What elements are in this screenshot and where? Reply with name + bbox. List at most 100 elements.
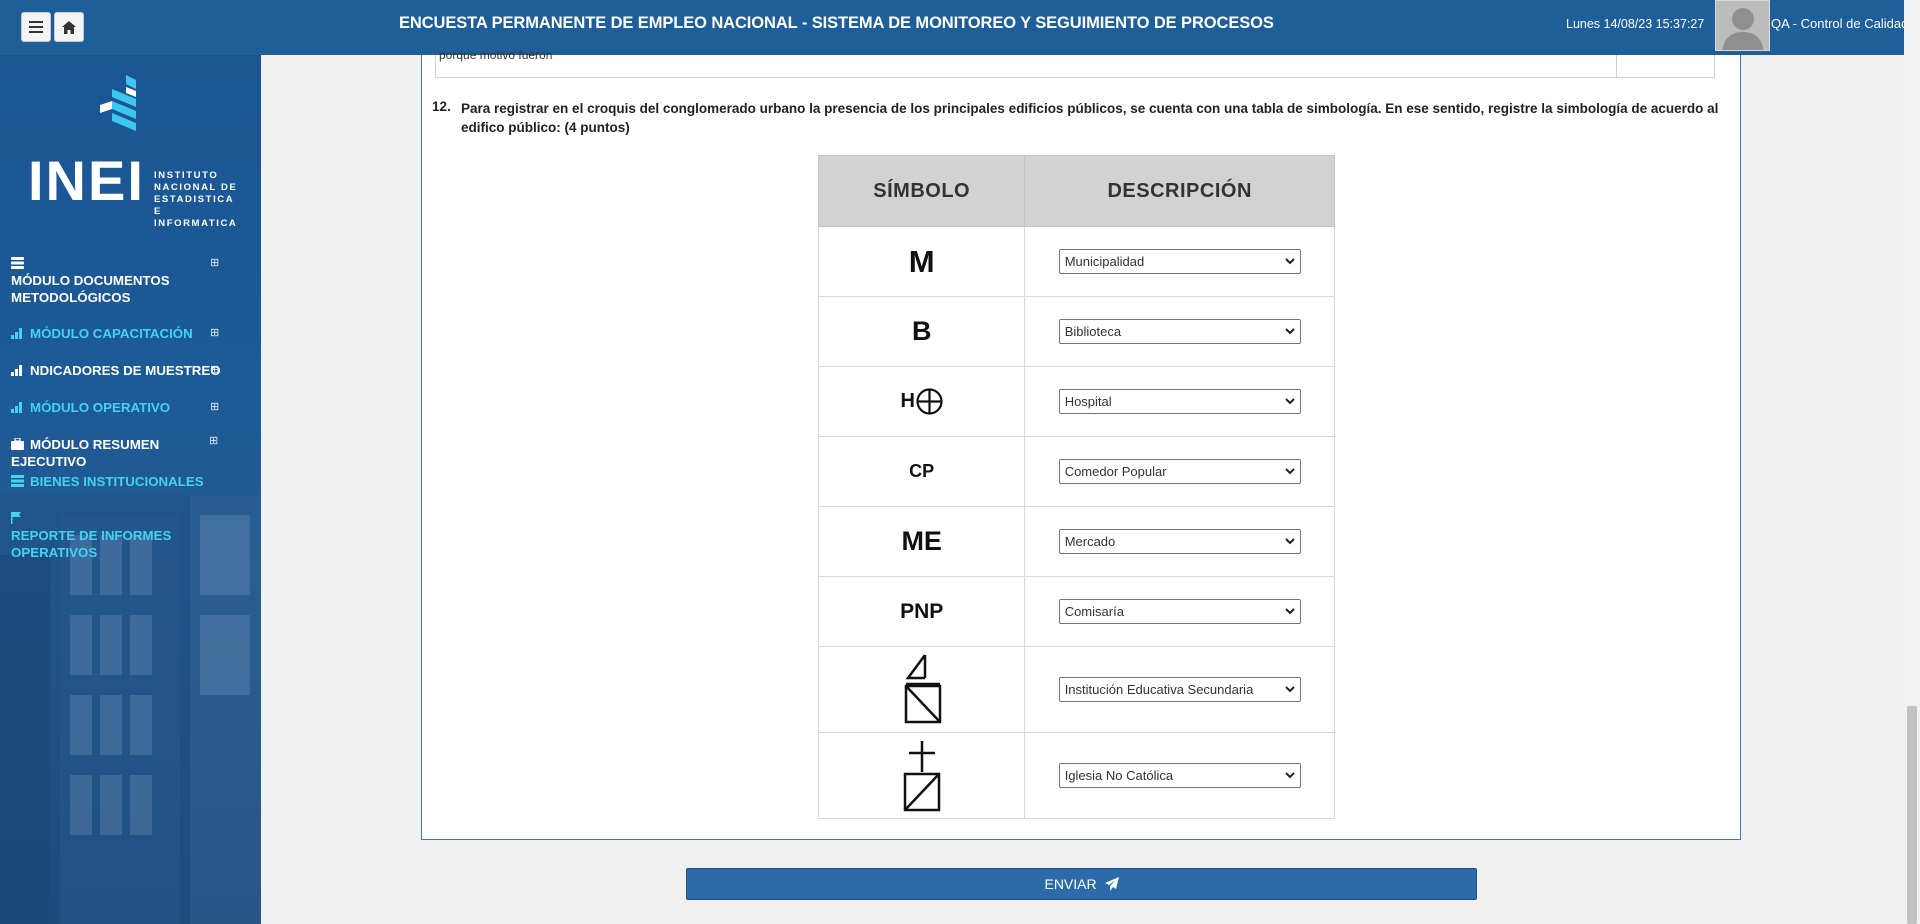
sidebar-item-label: MÓDULO DOCUMENTOS METODOLÓGICOS <box>11 273 170 305</box>
table-row: ME Mercado <box>817 506 1335 577</box>
header-descripcion: DESCRIPCIÓN <box>1024 155 1335 227</box>
previous-question-row: porque motivo fueron <box>435 48 1715 78</box>
description-cell: Institución Educativa Secundaria <box>1024 646 1335 733</box>
logo-text: INEI <box>28 149 145 212</box>
menu-toggle-button[interactable] <box>21 12 51 42</box>
expand-icon[interactable]: ⊞ <box>210 325 219 342</box>
sidebar-item-indicadores-muestreo[interactable]: NDICADORES DE MUESTREO ⊞ <box>11 362 231 379</box>
question-number: 12. <box>432 99 451 114</box>
database-icon <box>11 257 24 269</box>
circle-cross-icon <box>916 388 943 415</box>
selected-value: Iglesia No Católica <box>1064 768 1174 783</box>
expand-icon[interactable]: ⊞ <box>210 255 219 272</box>
table-row: H Hospital <box>817 366 1335 437</box>
selected-value: Institución Educativa Secundaria <box>1064 682 1254 697</box>
hamburger-icon <box>29 21 43 33</box>
sidebar: INEI INSTITUTO NACIONAL DE ESTADISTICA E… <box>0 55 261 924</box>
chevron-down-icon <box>1284 328 1295 335</box>
sidebar-item-operativo[interactable]: MÓDULO OPERATIVO ⊞ <box>11 399 231 416</box>
current-datetime: Lunes 14/08/23 15:37:27 <box>1566 17 1705 31</box>
symbol-cell: CP <box>817 436 1026 507</box>
church-cross-icon <box>903 740 940 811</box>
sidebar-item-reporte-informes[interactable]: REPORTE DE INFORMES OPERATIVOS <box>11 510 231 561</box>
description-select[interactable]: Biblioteca <box>1058 319 1301 344</box>
flag-icon <box>11 512 21 524</box>
selected-value: Biblioteca <box>1064 324 1122 339</box>
symbol-cell: B <box>817 296 1026 367</box>
description-select[interactable]: Comisaría <box>1058 599 1301 624</box>
school-flag-icon <box>904 653 941 723</box>
chevron-down-icon <box>1284 468 1295 475</box>
table-header-row: SÍMBOLO DESCRIPCIÓN <box>817 155 1335 227</box>
expand-icon[interactable]: ⊞ <box>210 362 219 379</box>
question-text: Para registrar en el croquis del conglom… <box>461 101 1719 135</box>
bar-chart-icon <box>11 365 22 376</box>
expand-icon[interactable]: ⊞ <box>210 399 219 416</box>
sidebar-item-label: NDICADORES DE MUESTREO <box>30 363 221 378</box>
selected-value: Municipalidad <box>1064 254 1145 269</box>
symbol-cell <box>817 646 1026 733</box>
submit-label: ENVIAR <box>1044 876 1097 892</box>
briefcase-icon <box>11 438 24 450</box>
description-select[interactable]: Municipalidad <box>1058 249 1301 274</box>
sidebar-item-label: BIENES INSTITUCIONALES <box>30 474 204 489</box>
chevron-down-icon <box>1284 538 1295 545</box>
description-cell: Hospital <box>1024 366 1335 437</box>
table-row: Institución Educativa Secundaria <box>817 646 1335 733</box>
symbol-cell: H <box>817 366 1026 437</box>
home-button[interactable] <box>54 12 84 42</box>
symbol-cell: PNP <box>817 576 1026 647</box>
chevron-down-icon <box>1284 258 1295 265</box>
chevron-down-icon <box>1284 608 1295 615</box>
description-select[interactable]: Iglesia No Católica <box>1058 763 1301 788</box>
sidebar-item-label: MÓDULO RESUMEN EJECUTIVO <box>11 437 160 469</box>
scrollbar-thumb[interactable] <box>1907 706 1917 924</box>
sidebar-item-label: REPORTE DE INFORMES OPERATIVOS <box>11 528 172 560</box>
question-panel: porque motivo fueron 12. Para registrar … <box>421 48 1741 840</box>
bar-chart-icon <box>11 328 22 339</box>
description-cell: Municipalidad <box>1024 226 1335 297</box>
table-row: CP Comedor Popular <box>817 436 1335 507</box>
symbology-table: SÍMBOLO DESCRIPCIÓN M Municipalidad B Bi… <box>817 155 1335 819</box>
table-row: M Municipalidad <box>817 226 1335 297</box>
user-avatar[interactable] <box>1715 0 1770 51</box>
expand-icon[interactable]: ⊞ <box>209 433 218 450</box>
user-silhouette-icon <box>1722 8 1764 50</box>
logo-subtitle: INSTITUTO NACIONAL DE ESTADISTICA E INFO… <box>154 170 238 229</box>
description-cell: Comedor Popular <box>1024 436 1335 507</box>
chevron-down-icon <box>1284 772 1295 779</box>
sidebar-item-resumen-ejecutivo[interactable]: MÓDULO RESUMEN EJECUTIVO ⊞ <box>11 433 231 470</box>
description-select[interactable]: Institución Educativa Secundaria <box>1058 677 1301 702</box>
description-select[interactable]: Comedor Popular <box>1058 459 1301 484</box>
selected-value: Hospital <box>1064 394 1112 409</box>
header-simbolo: SÍMBOLO <box>817 155 1026 227</box>
table-row: B Biblioteca <box>817 296 1335 367</box>
logo-mark-icon <box>100 75 136 131</box>
description-select[interactable]: Hospital <box>1058 389 1301 414</box>
description-select[interactable]: Mercado <box>1058 529 1301 554</box>
bar-chart-icon <box>11 402 22 413</box>
selected-value: Comedor Popular <box>1064 464 1167 479</box>
sidebar-item-capacitacion[interactable]: MÓDULO CAPACITACIÓN ⊞ <box>11 325 231 342</box>
column-divider <box>1616 55 1617 78</box>
symbol-cell <box>817 732 1026 819</box>
top-bar: ENCUESTA PERMANENTE DE EMPLEO NACIONAL -… <box>0 0 1920 55</box>
sidebar-item-documentos-metodologicos[interactable]: MÓDULO DOCUMENTOS METODOLÓGICOS ⊞ <box>11 255 231 306</box>
sidebar-item-label: MÓDULO CAPACITACIÓN <box>30 326 193 341</box>
sidebar-item-bienes-institucionales[interactable]: BIENES INSTITUCIONALES <box>11 473 231 490</box>
paper-plane-icon <box>1104 877 1119 891</box>
main-content: porque motivo fueron 12. Para registrar … <box>261 48 1904 924</box>
user-name[interactable]: QA - Control de Calidad <box>1771 16 1908 31</box>
symbol-cell: M <box>817 226 1026 297</box>
inei-logo: INEI INSTITUTO NACIONAL DE ESTADISTICA E… <box>28 75 238 229</box>
submit-button[interactable]: ENVIAR <box>686 868 1477 900</box>
page-scrollbar[interactable] <box>1904 0 1920 924</box>
previous-question-text: porque motivo fueron <box>439 48 553 62</box>
app-title: ENCUESTA PERMANENTE DE EMPLEO NACIONAL -… <box>399 14 1274 32</box>
sidebar-item-label: MÓDULO OPERATIVO <box>30 400 171 415</box>
description-cell: Iglesia No Católica <box>1024 732 1335 819</box>
table-row: Iglesia No Católica <box>817 732 1335 819</box>
symbol-cell: ME <box>817 506 1026 577</box>
table-icon <box>11 475 24 487</box>
description-cell: Mercado <box>1024 506 1335 577</box>
